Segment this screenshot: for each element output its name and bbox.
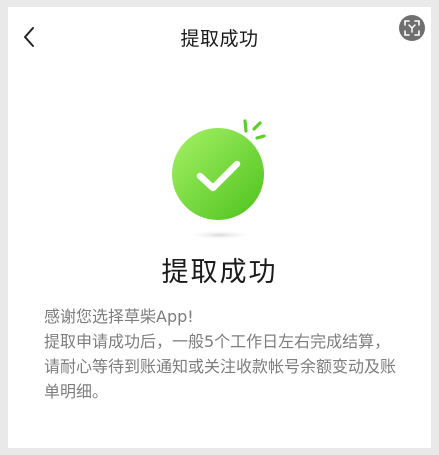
description-text: 感谢您选择草柴App! 提取申请成功后，一般5个工作日左右完成结算，请耐心等待到… [44, 304, 396, 404]
thank-you-text: 感谢您选择草柴App! [44, 307, 194, 326]
scan-button[interactable] [399, 15, 425, 41]
success-heading: 提取成功 [161, 257, 278, 288]
top-navigation-bar: 提取成功 [8, 7, 431, 65]
scan-icon [404, 20, 420, 36]
success-illustration [163, 119, 283, 244]
page-frame: 提取成功 提取成功 感谢您选择草柴App! 提取申请成功后，一般5个工作日左右完… [8, 7, 431, 448]
success-check-icon [172, 119, 266, 240]
settlement-notice-text: 提取申请成功后，一般5个工作日左右完成结算，请耐心等待到账通知或关注收款帐号余额… [44, 332, 397, 401]
page-title: 提取成功 [180, 28, 259, 50]
